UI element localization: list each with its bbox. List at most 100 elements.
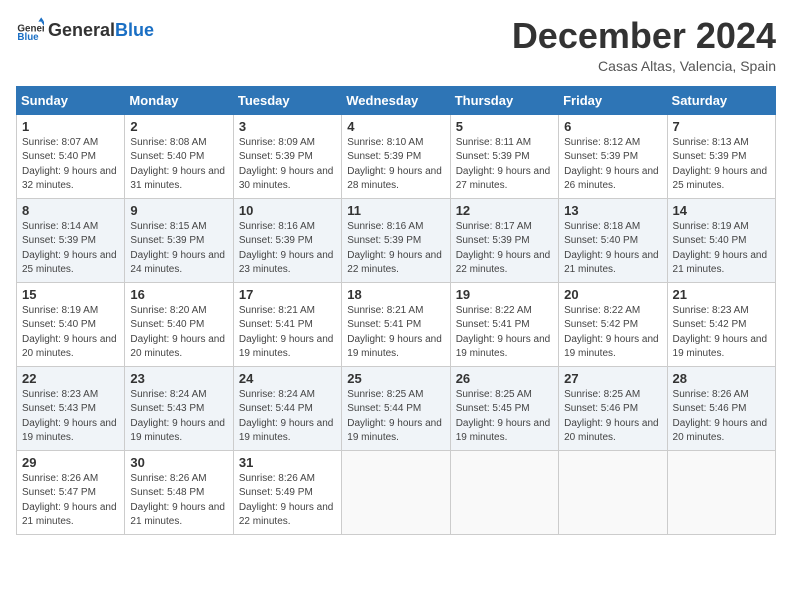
calendar-week-5: 29 Sunrise: 8:26 AMSunset: 5:47 PMDayligh… (17, 450, 776, 534)
day-number: 23 (130, 371, 227, 386)
day-info: Sunrise: 8:20 AMSunset: 5:40 PMDaylight:… (130, 304, 227, 362)
calendar-cell (450, 450, 558, 534)
day-info: Sunrise: 8:26 AMSunset: 5:48 PMDaylight:… (130, 472, 227, 530)
calendar-cell: 10 Sunrise: 8:16 AMSunset: 5:39 PMDayligh… (233, 198, 341, 282)
calendar-cell (667, 450, 775, 534)
calendar-cell: 22Sunrise: 8:23 AMSunset: 5:43 PMDayligh… (17, 366, 125, 450)
day-number: 7 (673, 119, 770, 134)
day-info: Sunrise: 8:25 AMSunset: 5:44 PMDaylight:… (347, 388, 444, 446)
calendar-cell: 11 Sunrise: 8:16 AMSunset: 5:39 PMDayligh… (342, 198, 450, 282)
weekday-header-friday: Friday (559, 86, 667, 114)
day-info: Sunrise: 8:26 AMSunset: 5:47 PMDaylight:… (22, 472, 119, 530)
day-number: 20 (564, 287, 661, 302)
day-number: 12 (456, 203, 553, 218)
day-number: 14 (673, 203, 770, 218)
calendar-cell: 21 Sunrise: 8:23 AMSunset: 5:42 PMDayligh… (667, 282, 775, 366)
day-number: 4 (347, 119, 444, 134)
day-info: Sunrise: 8:17 AMSunset: 5:39 PMDaylight:… (456, 220, 553, 278)
calendar-cell: 18 Sunrise: 8:21 AMSunset: 5:41 PMDayligh… (342, 282, 450, 366)
day-info: Sunrise: 8:13 AMSunset: 5:39 PMDaylight:… (673, 136, 770, 194)
calendar-week-1: 1 Sunrise: 8:07 AMSunset: 5:40 PMDaylight… (17, 114, 776, 198)
calendar-cell: 26Sunrise: 8:25 AMSunset: 5:45 PMDayligh… (450, 366, 558, 450)
day-number: 18 (347, 287, 444, 302)
day-info: Sunrise: 8:19 AMSunset: 5:40 PMDaylight:… (673, 220, 770, 278)
calendar-cell: 9Sunrise: 8:15 AMSunset: 5:39 PMDaylight… (125, 198, 233, 282)
day-info: Sunrise: 8:25 AMSunset: 5:46 PMDaylight:… (564, 388, 661, 446)
calendar-cell: 30Sunrise: 8:26 AMSunset: 5:48 PMDayligh… (125, 450, 233, 534)
logo-general: General (48, 20, 115, 40)
page-header: General Blue GeneralBlue December 2024 C… (16, 16, 776, 74)
day-info: Sunrise: 8:18 AMSunset: 5:40 PMDaylight:… (564, 220, 661, 278)
calendar-cell: 8 Sunrise: 8:14 AMSunset: 5:39 PMDaylight… (17, 198, 125, 282)
day-info: Sunrise: 8:23 AMSunset: 5:42 PMDaylight:… (673, 304, 770, 362)
day-info: Sunrise: 8:26 AMSunset: 5:46 PMDaylight:… (673, 388, 770, 446)
day-number: 26 (456, 371, 553, 386)
day-number: 28 (673, 371, 770, 386)
day-info: Sunrise: 8:14 AMSunset: 5:39 PMDaylight:… (22, 220, 119, 278)
month-title: December 2024 (512, 16, 776, 56)
day-number: 1 (22, 119, 119, 134)
day-number: 2 (130, 119, 227, 134)
day-number: 21 (673, 287, 770, 302)
day-info: Sunrise: 8:16 AMSunset: 5:39 PMDaylight:… (239, 220, 336, 278)
calendar-cell: 2 Sunrise: 8:08 AMSunset: 5:40 PMDaylight… (125, 114, 233, 198)
day-info: Sunrise: 8:12 AMSunset: 5:39 PMDaylight:… (564, 136, 661, 194)
day-number: 19 (456, 287, 553, 302)
location: Casas Altas, Valencia, Spain (512, 58, 776, 74)
calendar-cell: 12 Sunrise: 8:17 AMSunset: 5:39 PMDayligh… (450, 198, 558, 282)
day-info: Sunrise: 8:16 AMSunset: 5:39 PMDaylight:… (347, 220, 444, 278)
day-info: Sunrise: 8:09 AMSunset: 5:39 PMDaylight:… (239, 136, 336, 194)
calendar-cell (559, 450, 667, 534)
day-info: Sunrise: 8:24 AMSunset: 5:43 PMDaylight:… (130, 388, 227, 446)
day-number: 16 (130, 287, 227, 302)
title-section: December 2024 Casas Altas, Valencia, Spa… (512, 16, 776, 74)
day-number: 10 (239, 203, 336, 218)
day-number: 15 (22, 287, 119, 302)
day-info: Sunrise: 8:19 AMSunset: 5:40 PMDaylight:… (22, 304, 119, 362)
day-number: 8 (22, 203, 119, 218)
calendar-cell: 1 Sunrise: 8:07 AMSunset: 5:40 PMDaylight… (17, 114, 125, 198)
weekday-header-saturday: Saturday (667, 86, 775, 114)
weekday-header-thursday: Thursday (450, 86, 558, 114)
day-info: Sunrise: 8:21 AMSunset: 5:41 PMDaylight:… (239, 304, 336, 362)
weekday-header-wednesday: Wednesday (342, 86, 450, 114)
calendar-cell: 25 Sunrise: 8:25 AMSunset: 5:44 PMDayligh… (342, 366, 450, 450)
calendar-cell: 17 Sunrise: 8:21 AMSunset: 5:41 PMDayligh… (233, 282, 341, 366)
day-number: 6 (564, 119, 661, 134)
weekday-header-sunday: Sunday (17, 86, 125, 114)
day-info: Sunrise: 8:07 AMSunset: 5:40 PMDaylight:… (22, 136, 119, 194)
calendar-cell: 4 Sunrise: 8:10 AMSunset: 5:39 PMDaylight… (342, 114, 450, 198)
day-number: 9 (130, 203, 227, 218)
day-info: Sunrise: 8:26 AMSunset: 5:49 PMDaylight:… (239, 472, 336, 530)
calendar-header-row: SundayMondayTuesdayWednesdayThursdayFrid… (17, 86, 776, 114)
calendar-cell: 28 Sunrise: 8:26 AMSunset: 5:46 PMDayligh… (667, 366, 775, 450)
calendar-cell (342, 450, 450, 534)
calendar-cell: 3 Sunrise: 8:09 AMSunset: 5:39 PMDaylight… (233, 114, 341, 198)
day-number: 27 (564, 371, 661, 386)
calendar-cell: 16 Sunrise: 8:20 AMSunset: 5:40 PMDayligh… (125, 282, 233, 366)
day-number: 3 (239, 119, 336, 134)
calendar-cell: 14 Sunrise: 8:19 AMSunset: 5:40 PMDayligh… (667, 198, 775, 282)
day-number: 22 (22, 371, 119, 386)
day-number: 5 (456, 119, 553, 134)
day-info: Sunrise: 8:08 AMSunset: 5:40 PMDaylight:… (130, 136, 227, 194)
calendar-week-2: 8 Sunrise: 8:14 AMSunset: 5:39 PMDaylight… (17, 198, 776, 282)
day-number: 29 (22, 455, 119, 470)
calendar-cell: 15 Sunrise: 8:19 AMSunset: 5:40 PMDayligh… (17, 282, 125, 366)
day-info: Sunrise: 8:21 AMSunset: 5:41 PMDaylight:… (347, 304, 444, 362)
day-number: 31 (239, 455, 336, 470)
calendar-cell: 19Sunrise: 8:22 AMSunset: 5:41 PMDayligh… (450, 282, 558, 366)
calendar-cell: 29 Sunrise: 8:26 AMSunset: 5:47 PMDayligh… (17, 450, 125, 534)
calendar-week-4: 22Sunrise: 8:23 AMSunset: 5:43 PMDayligh… (17, 366, 776, 450)
day-number: 11 (347, 203, 444, 218)
day-number: 17 (239, 287, 336, 302)
calendar-week-3: 15 Sunrise: 8:19 AMSunset: 5:40 PMDayligh… (17, 282, 776, 366)
day-number: 25 (347, 371, 444, 386)
calendar-cell: 5 Sunrise: 8:11 AMSunset: 5:39 PMDaylight… (450, 114, 558, 198)
weekday-header-tuesday: Tuesday (233, 86, 341, 114)
day-info: Sunrise: 8:10 AMSunset: 5:39 PMDaylight:… (347, 136, 444, 194)
logo-icon: General Blue (16, 16, 44, 44)
calendar-cell: 20Sunrise: 8:22 AMSunset: 5:42 PMDayligh… (559, 282, 667, 366)
calendar-cell: 13Sunrise: 8:18 AMSunset: 5:40 PMDayligh… (559, 198, 667, 282)
day-info: Sunrise: 8:11 AMSunset: 5:39 PMDaylight:… (456, 136, 553, 194)
